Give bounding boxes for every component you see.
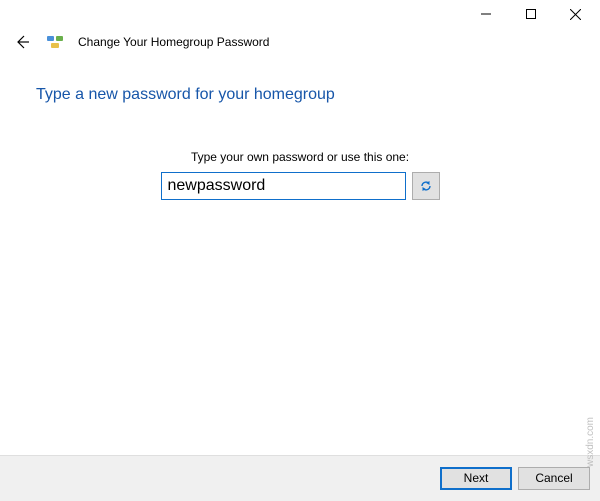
breadcrumb-title: Change Your Homegroup Password [78,35,269,49]
regenerate-password-button[interactable] [412,172,440,200]
refresh-icon [418,178,434,194]
title-bar [0,0,600,28]
minimize-button[interactable] [463,2,508,26]
close-button[interactable] [553,2,598,26]
wizard-window: Change Your Homegroup Password Type a ne… [0,0,600,501]
header: Change Your Homegroup Password [0,28,600,62]
back-button[interactable] [12,32,32,52]
watermark: wsxdn.com [585,417,596,467]
content-area: Type a new password for your homegroup T… [0,62,600,455]
instruction-text: Type your own password or use this one: [36,150,564,164]
footer: Next Cancel [0,455,600,501]
page-heading: Type a new password for your homegroup [36,86,564,104]
password-row [36,172,564,200]
maximize-button[interactable] [508,2,553,26]
password-input[interactable] [161,172,406,200]
homegroup-icon [46,33,64,51]
cancel-button[interactable]: Cancel [518,467,590,490]
next-button[interactable]: Next [440,467,512,490]
